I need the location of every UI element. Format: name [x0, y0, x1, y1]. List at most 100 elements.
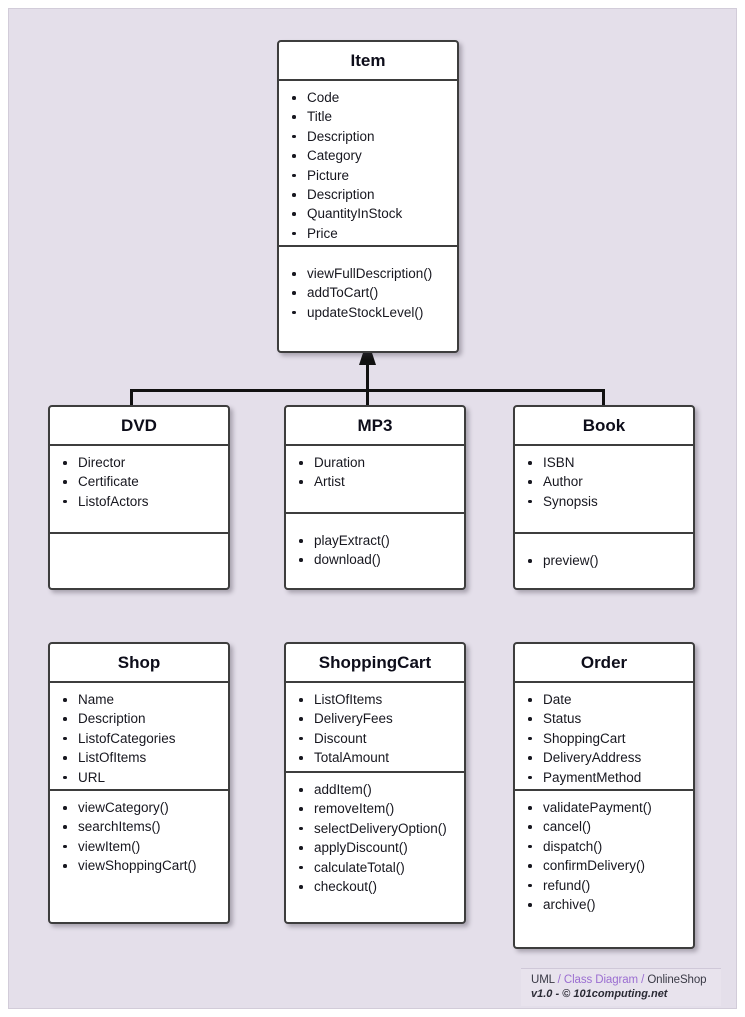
attribute-item: Author — [515, 472, 693, 491]
attribute-item: Status — [515, 709, 693, 728]
class-attributes-book: ISBN Author Synopsis — [515, 446, 693, 534]
class-attributes-dvd: Director Certificate ListofActors — [50, 446, 228, 534]
method-item: playExtract() — [286, 531, 464, 550]
method-item: selectDeliveryOption() — [286, 819, 464, 838]
footer-separator: / — [557, 974, 561, 986]
class-methods-book: preview() — [515, 534, 693, 577]
attribute-item: TotalAmount — [286, 748, 464, 767]
class-methods-item: viewFullDescription() addToCart() update… — [279, 247, 457, 329]
class-name-item: Item — [279, 42, 457, 81]
method-list: validatePayment() cancel() dispatch() co… — [515, 798, 693, 914]
method-item: confirmDelivery() — [515, 856, 693, 875]
class-methods-mp3: playExtract() download() — [286, 514, 464, 577]
method-item: dispatch() — [515, 837, 693, 856]
footer-subject: OnlineShop — [647, 974, 707, 986]
class-name-mp3: MP3 — [286, 407, 464, 446]
attribute-item: ListOfItems — [50, 748, 228, 767]
attribute-item: QuantityInStock — [279, 204, 457, 223]
method-item: viewFullDescription() — [279, 264, 457, 283]
method-list: addItem() removeItem() selectDeliveryOpt… — [286, 780, 464, 896]
method-item: refund() — [515, 876, 693, 895]
method-item: download() — [286, 550, 464, 569]
attribute-item: DeliveryAddress — [515, 748, 693, 767]
attribute-item: Category — [279, 146, 457, 165]
method-list: playExtract() download() — [286, 531, 464, 570]
class-attributes-mp3: Duration Artist — [286, 446, 464, 514]
attribute-list: Name Description ListofCategories ListOf… — [50, 690, 228, 787]
attribute-item: Certificate — [50, 472, 228, 491]
diagram-footer-caption: UML / Class Diagram / OnlineShop v1.0 - … — [521, 968, 721, 1006]
attribute-list: Duration Artist — [286, 453, 464, 492]
attribute-item: Date — [515, 690, 693, 709]
class-attributes-item: Code Title Description Category Picture … — [279, 81, 457, 247]
method-list: viewFullDescription() addToCart() update… — [279, 264, 457, 322]
method-item: addItem() — [286, 780, 464, 799]
class-name-order: Order — [515, 644, 693, 683]
method-item: searchItems() — [50, 817, 228, 836]
class-box-order[interactable]: Order Date Status ShoppingCart DeliveryA… — [513, 642, 695, 949]
footer-notation: UML — [531, 974, 555, 986]
method-item: updateStockLevel() — [279, 303, 457, 322]
method-item: viewItem() — [50, 837, 228, 856]
attribute-item: Duration — [286, 453, 464, 472]
footer-kind: Class Diagram — [563, 974, 638, 986]
attribute-item: Description — [50, 709, 228, 728]
attribute-item: Name — [50, 690, 228, 709]
attribute-item: ShoppingCart — [515, 729, 693, 748]
method-item: addToCart() — [279, 283, 457, 302]
attribute-item: Code — [279, 88, 457, 107]
attribute-item: Description — [279, 127, 457, 146]
class-name-book: Book — [515, 407, 693, 446]
footer-breadcrumb: UML / Class Diagram / OnlineShop — [531, 974, 721, 986]
class-attributes-shop: Name Description ListofCategories ListOf… — [50, 683, 228, 791]
method-item: viewCategory() — [50, 798, 228, 817]
class-name-shop: Shop — [50, 644, 228, 683]
attribute-list: ISBN Author Synopsis — [515, 453, 693, 511]
method-item: checkout() — [286, 877, 464, 896]
attribute-item: ISBN — [515, 453, 693, 472]
attribute-item: ListOfItems — [286, 690, 464, 709]
footer-version: v1.0 - © 101computing.net — [531, 988, 668, 1000]
method-item: cancel() — [515, 817, 693, 836]
method-item: applyDiscount() — [286, 838, 464, 857]
attribute-item: Director — [50, 453, 228, 472]
class-methods-shoppingcart: addItem() removeItem() selectDeliveryOpt… — [286, 773, 464, 903]
class-box-mp3[interactable]: MP3 Duration Artist playExtract() downlo… — [284, 405, 466, 590]
class-methods-order: validatePayment() cancel() dispatch() co… — [515, 791, 693, 921]
attribute-item: Price — [279, 224, 457, 243]
method-item: calculateTotal() — [286, 858, 464, 877]
attribute-item: Artist — [286, 472, 464, 491]
attribute-item: Title — [279, 107, 457, 126]
diagram-canvas: Item Code Title Description Category Pic… — [8, 8, 737, 1009]
class-name-dvd: DVD — [50, 407, 228, 446]
class-attributes-shoppingcart: ListOfItems DeliveryFees Discount TotalA… — [286, 683, 464, 773]
attribute-item: DeliveryFees — [286, 709, 464, 728]
attribute-list: Code Title Description Category Picture … — [279, 88, 457, 243]
method-item: validatePayment() — [515, 798, 693, 817]
attribute-list: Date Status ShoppingCart DeliveryAddress… — [515, 690, 693, 787]
class-name-shoppingcart: ShoppingCart — [286, 644, 464, 683]
method-list: preview() — [515, 551, 693, 570]
class-box-item[interactable]: Item Code Title Description Category Pic… — [277, 40, 459, 353]
class-box-shop[interactable]: Shop Name Description ListofCategories L… — [48, 642, 230, 924]
attribute-item: ListofCategories — [50, 729, 228, 748]
attribute-item: URL — [50, 768, 228, 787]
class-methods-shop: viewCategory() searchItems() viewItem() … — [50, 791, 228, 883]
footer-separator: / — [641, 974, 645, 986]
attribute-list: Director Certificate ListofActors — [50, 453, 228, 511]
attribute-item: Discount — [286, 729, 464, 748]
class-methods-dvd — [50, 534, 228, 548]
method-item: preview() — [515, 551, 693, 570]
method-item: removeItem() — [286, 799, 464, 818]
attribute-item: PaymentMethod — [515, 768, 693, 787]
attribute-list: ListOfItems DeliveryFees Discount TotalA… — [286, 690, 464, 768]
method-item: viewShoppingCart() — [50, 856, 228, 875]
class-box-book[interactable]: Book ISBN Author Synopsis preview() — [513, 405, 695, 590]
attribute-item: Picture — [279, 166, 457, 185]
class-box-shoppingcart[interactable]: ShoppingCart ListOfItems DeliveryFees Di… — [284, 642, 466, 924]
attribute-item: ListofActors — [50, 492, 228, 511]
attribute-item: Synopsis — [515, 492, 693, 511]
class-attributes-order: Date Status ShoppingCart DeliveryAddress… — [515, 683, 693, 791]
method-item: archive() — [515, 895, 693, 914]
class-box-dvd[interactable]: DVD Director Certificate ListofActors — [48, 405, 230, 590]
